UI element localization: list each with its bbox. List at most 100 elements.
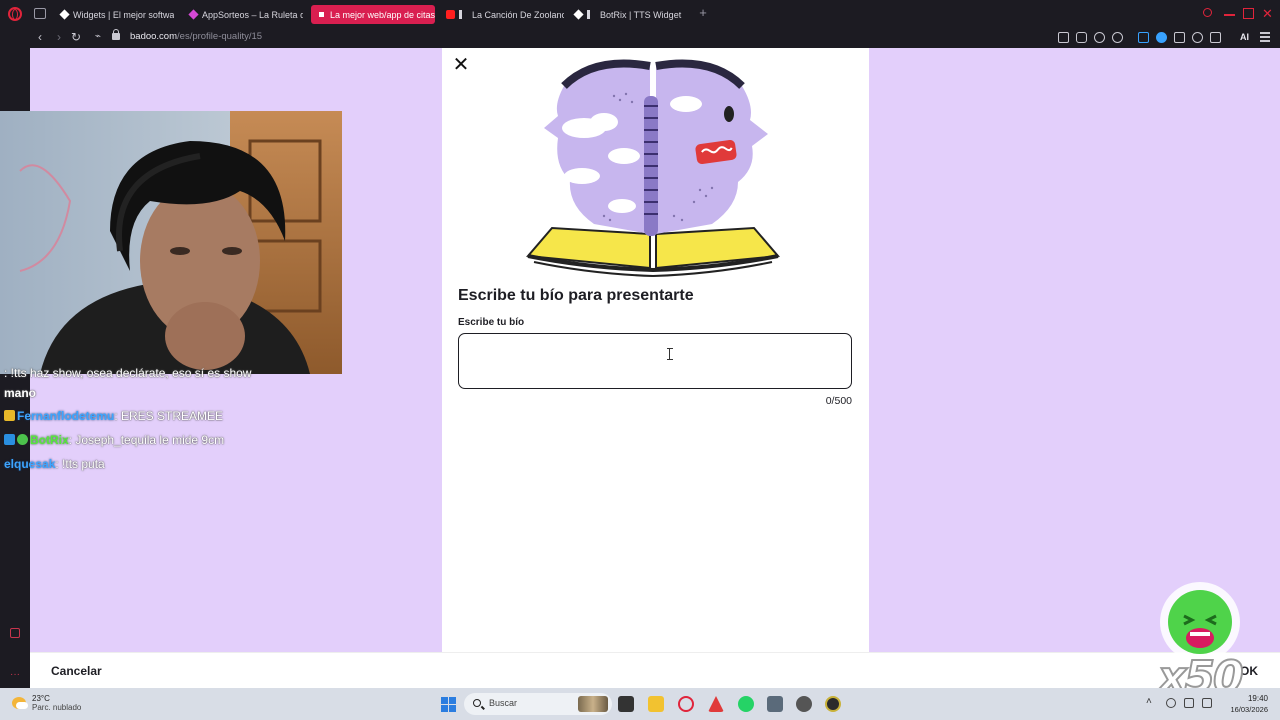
- opera-logo-icon[interactable]: [8, 7, 22, 21]
- snapshot-icon[interactable]: [1058, 32, 1069, 43]
- new-tab-icon[interactable]: +: [697, 6, 709, 19]
- url-field[interactable]: badoo.com/es/profile-quality/15: [130, 31, 262, 42]
- menu-icon[interactable]: [1260, 32, 1270, 42]
- volume-icon[interactable]: [1202, 698, 1212, 708]
- network-icon[interactable]: [1166, 698, 1176, 708]
- botrix-favicon-icon: [573, 9, 584, 20]
- music-icon[interactable]: [1138, 32, 1149, 43]
- play-icon[interactable]: [1094, 32, 1105, 43]
- youtube-favicon-icon: [446, 10, 455, 19]
- chat-text: : !tts haz show, osea declárate, eso sí …: [4, 366, 252, 380]
- close-window-icon[interactable]: ✕: [1262, 7, 1273, 20]
- tab-label: La mejor web/app de citas: [330, 9, 435, 20]
- modal-footer: Cancelar OK: [30, 652, 1280, 688]
- webcam-feed: [0, 111, 342, 374]
- bio-illustration: [525, 59, 781, 277]
- tab-widgets[interactable]: Widgets | El mejor softwa: [54, 5, 174, 24]
- chat-text: : Joseph_tequila le mide 9cm: [68, 433, 225, 447]
- file-explorer-icon[interactable]: [648, 696, 664, 712]
- browser-tab-bar: Widgets | El mejor softwa AppSorteos – L…: [0, 0, 1280, 28]
- sidebar-wallet-icon[interactable]: [10, 628, 20, 638]
- app-icon[interactable]: [825, 696, 841, 712]
- opera-taskbar-icon[interactable]: [678, 696, 694, 712]
- wifi-icon[interactable]: [1184, 698, 1194, 708]
- pocket-icon[interactable]: [1076, 32, 1087, 43]
- chat-text: mano: [4, 386, 37, 400]
- download-icon[interactable]: [1210, 32, 1221, 43]
- widgets-favicon-icon: [59, 9, 70, 20]
- profile-icon[interactable]: [1192, 32, 1203, 43]
- chat-username: Fernanflodetemu: [17, 409, 115, 423]
- maximize-icon[interactable]: [1243, 8, 1254, 19]
- tab-label: BotRix | TTS Widget: [600, 9, 682, 20]
- clock-date: 16/03/2026: [1230, 705, 1268, 714]
- tab-search-icon[interactable]: [1203, 8, 1212, 17]
- reload-icon[interactable]: ↻: [69, 30, 83, 44]
- minimize-icon[interactable]: [1224, 14, 1235, 16]
- chat-message: Fernanflodetemu: ERES STREAMEE: [4, 409, 223, 423]
- tab-label: La Canción De Zoolanc: [472, 9, 564, 20]
- windows-taskbar: 23°C Parc. nublado Buscar ˄ 19:40 16/03/…: [0, 688, 1280, 720]
- partly-cloudy-icon: [12, 697, 28, 709]
- bio-char-counter: 0/500: [825, 395, 852, 407]
- bio-textarea[interactable]: [458, 333, 852, 389]
- taskbar-search-placeholder: Buscar: [489, 698, 518, 708]
- taskbar-search[interactable]: Buscar: [464, 693, 612, 715]
- webcam-overlay: [0, 111, 342, 374]
- extensions-icon[interactable]: [1174, 32, 1185, 43]
- obs-icon[interactable]: [796, 696, 812, 712]
- bot-badge-icon: [4, 434, 15, 445]
- weather-temp: 23°C: [32, 694, 50, 703]
- weather-desc: Parc. nublado: [32, 703, 82, 712]
- close-icon[interactable]: ✕: [452, 55, 470, 75]
- chat-username: BotRix: [30, 433, 69, 447]
- vpn-icon[interactable]: [1156, 32, 1167, 43]
- chat-message: mano: [4, 386, 36, 400]
- speaker-icon: [459, 10, 468, 19]
- bio-field-label: Escribe tu bío: [458, 317, 525, 328]
- search-icon: [473, 699, 481, 707]
- clock-time: 19:40: [1247, 694, 1268, 703]
- appsorteos-favicon-icon: [188, 9, 199, 20]
- bio-title: Escribe tu bío para presentarte: [458, 287, 694, 304]
- forward-icon[interactable]: ›: [52, 30, 66, 44]
- url-path: /es/profile-quality/15: [177, 31, 263, 42]
- bio-modal: ✕ Escribe tu bío para presentarte Escrib…: [442, 48, 869, 652]
- verified-badge-icon: [17, 434, 28, 445]
- workspaces-icon[interactable]: [34, 8, 46, 19]
- heart-icon[interactable]: [1112, 32, 1123, 43]
- tab-youtube[interactable]: La Canción De Zoolanc: [440, 5, 564, 24]
- notepad-icon[interactable]: [767, 696, 783, 712]
- search-highlight-image: [578, 696, 608, 712]
- weather-widget[interactable]: 23°C Parc. nublado: [12, 694, 81, 712]
- back-icon[interactable]: ‹: [33, 30, 47, 44]
- cancel-button[interactable]: Cancelar: [51, 664, 102, 678]
- tray-chevron-icon[interactable]: ˄: [1146, 696, 1152, 707]
- adobe-app-icon[interactable]: [708, 696, 724, 712]
- sidebar-more-icon[interactable]: ···: [10, 670, 20, 682]
- chat-message: : !tts haz show, osea declárate, eso sí …: [4, 366, 251, 380]
- address-bar: ‹ › ↻ ⌁ badoo.com/es/profile-quality/15 …: [0, 28, 1280, 48]
- aria-ai-button[interactable]: AI: [1240, 32, 1249, 42]
- taskbar-clock[interactable]: 19:40 16/03/2026: [1222, 694, 1268, 714]
- tab-botrix[interactable]: BotRix | TTS Widget: [568, 5, 688, 24]
- chat-text: : ERES STREAMEE: [114, 409, 224, 423]
- chat-username: elquesak: [4, 457, 56, 471]
- badoo-favicon-icon: [317, 10, 326, 19]
- url-host: badoo.com: [130, 31, 178, 42]
- tab-label: AppSorteos – La Ruleta de: [202, 9, 303, 20]
- tab-appsorteos[interactable]: AppSorteos – La Ruleta de: [183, 5, 303, 24]
- text-cursor-icon: [667, 348, 673, 360]
- chat-message: BotRix: Joseph_tequila le mide 9cm: [4, 433, 224, 447]
- lock-icon: [112, 29, 120, 40]
- tab-badoo[interactable]: La mejor web/app de citas: [311, 5, 435, 24]
- shield-icon[interactable]: ⌁: [91, 30, 105, 44]
- crown-badge-icon: [4, 410, 15, 421]
- task-view-icon[interactable]: [618, 696, 634, 712]
- windows-start-icon[interactable]: [441, 697, 456, 712]
- whatsapp-icon[interactable]: [738, 696, 754, 712]
- tab-label: Widgets | El mejor softwa: [73, 9, 174, 20]
- speaker-icon: [587, 10, 596, 19]
- chat-message: elquesak: !tts puta: [4, 457, 105, 471]
- sidebar-gx-icon[interactable]: [10, 650, 20, 660]
